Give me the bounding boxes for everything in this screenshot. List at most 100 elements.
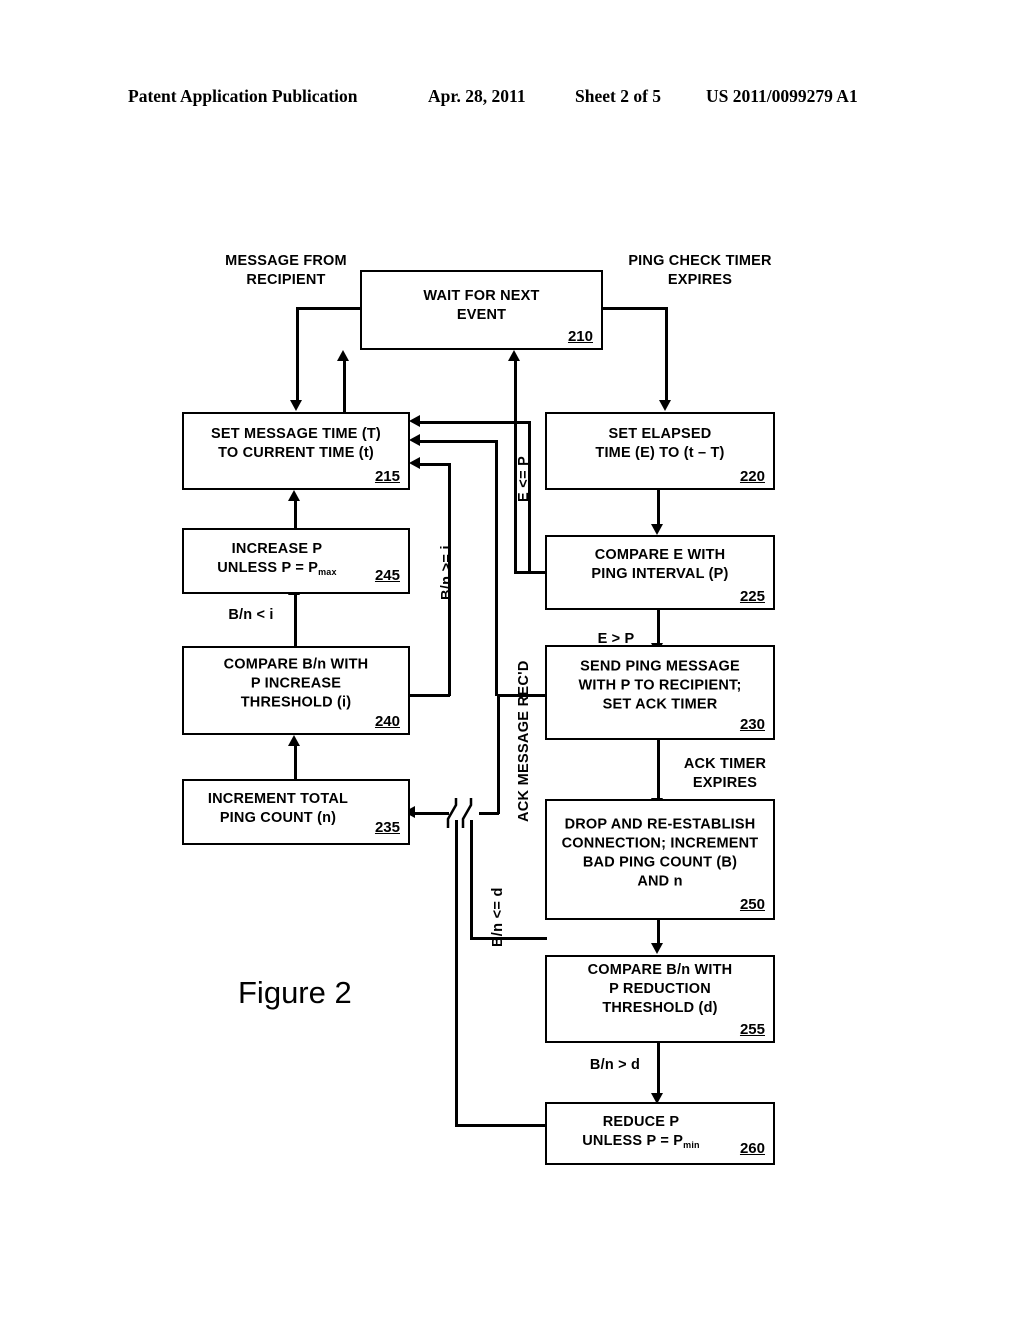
flow-box-255-number: 255 bbox=[739, 1021, 765, 1038]
connector-255-bnled-h bbox=[470, 937, 547, 940]
arrowhead-into-215-right-3 bbox=[409, 457, 420, 469]
flow-box-230-line1: SEND PING MESSAGE bbox=[580, 657, 740, 674]
flow-box-260-line2: UNLESS P = Pmin bbox=[582, 1132, 700, 1150]
flow-box-210[interactable]: WAIT FOR NEXT EVENT 210 bbox=[360, 270, 603, 350]
arrowhead-into-220-top bbox=[659, 400, 671, 411]
flow-box-240-line3: THRESHOLD (i) bbox=[240, 694, 352, 711]
connector-240-bnge-h bbox=[410, 694, 450, 697]
connector-235-to-240-v bbox=[294, 745, 297, 779]
label-ack-message-received: ACK MESSAGE REC'D bbox=[516, 660, 532, 822]
flow-box-255[interactable]: COMPARE B/n WITH P REDUCTION THRESHOLD (… bbox=[545, 955, 775, 1043]
flow-box-255-line2: P REDUCTION bbox=[609, 981, 711, 998]
figure-caption: Figure 2 bbox=[238, 975, 352, 1010]
connector-230-to-250-v bbox=[657, 740, 660, 800]
flow-box-225-line2: PING INTERVAL (P) bbox=[591, 565, 729, 582]
arrowhead-into-215-top bbox=[290, 400, 302, 411]
flow-box-260-line1: REDUCE P bbox=[602, 1113, 680, 1130]
flow-box-250-line3: BAD PING COUNT (B) bbox=[582, 854, 738, 871]
flow-box-230-line3: SET ACK TIMER bbox=[602, 696, 718, 713]
flow-box-245-number: 245 bbox=[374, 567, 400, 584]
arrowhead-into-215-right-2 bbox=[409, 434, 420, 446]
connector-ack-into-215-h bbox=[418, 440, 497, 443]
connector-230-ack-v bbox=[497, 694, 500, 814]
flow-box-260[interactable]: REDUCE P UNLESS P = Pmin 260 bbox=[545, 1102, 775, 1165]
flow-box-230-line2: WITH P TO RECIPIENT; bbox=[578, 677, 742, 694]
flow-box-225-line1: COMPARE E WITH bbox=[594, 546, 726, 563]
connector-255-bnled-v bbox=[470, 812, 473, 939]
flow-box-230-number: 230 bbox=[739, 716, 765, 733]
flow-box-250-text: DROP AND RE-ESTABLISH CONNECTION; INCREM… bbox=[547, 815, 773, 892]
flow-box-250[interactable]: DROP AND RE-ESTABLISH CONNECTION; INCREM… bbox=[545, 799, 775, 920]
label-bn-greater-equal-i: B/n >= i bbox=[439, 545, 455, 600]
flow-box-250-line2: CONNECTION; INCREMENT bbox=[561, 835, 759, 852]
label-message-from-recipient: MESSAGE FROM RECIPIENT bbox=[225, 253, 347, 288]
flow-box-250-line4: AND n bbox=[637, 873, 683, 890]
flow-box-210-number: 210 bbox=[567, 328, 593, 345]
flow-box-255-line3: THRESHOLD (d) bbox=[602, 1000, 718, 1017]
connector-255-to-260-v bbox=[657, 1040, 660, 1095]
connector-250-to-255-v bbox=[657, 920, 660, 945]
flowchart-figure: MESSAGE FROM RECIPIENT PING CHECK TIMER … bbox=[0, 0, 1024, 1320]
label-bn-greater-than-d: B/n > d bbox=[589, 1057, 641, 1073]
connector-top-into-215-v bbox=[528, 421, 531, 571]
flow-box-255-line1: COMPARE B/n WITH bbox=[587, 962, 733, 979]
connector-240-bnge-v bbox=[448, 463, 451, 696]
connector-230-ack-h bbox=[497, 694, 547, 697]
connector-210-right-v bbox=[665, 307, 668, 402]
wire-hop-icons bbox=[446, 798, 473, 828]
flow-box-220-line2: TIME (E) TO (t – T) bbox=[595, 445, 725, 462]
connector-240-to-245-v bbox=[294, 594, 297, 646]
flow-box-235-number: 235 bbox=[374, 819, 400, 836]
flow-box-235-line2: PING COUNT (n) bbox=[219, 809, 337, 826]
flow-box-210-text: WAIT FOR NEXT EVENT bbox=[362, 287, 601, 325]
label-ack-timer-expires: ACK TIMER EXPIRES bbox=[683, 756, 767, 791]
connector-225-to-230-v bbox=[657, 610, 660, 645]
flow-box-240[interactable]: COMPARE B/n WITH P INCREASE THRESHOLD (i… bbox=[182, 646, 410, 735]
flow-box-230-text: SEND PING MESSAGE WITH P TO RECIPIENT; S… bbox=[547, 657, 773, 714]
arrowhead-into-215-bottom bbox=[288, 490, 300, 501]
connector-260-h bbox=[455, 1124, 547, 1127]
label-ping-check-timer-expires: PING CHECK TIMER EXPIRES bbox=[628, 253, 772, 288]
flow-box-215[interactable]: SET MESSAGE TIME (T) TO CURRENT TIME (t)… bbox=[182, 412, 410, 490]
flow-box-230[interactable]: SEND PING MESSAGE WITH P TO RECIPIENT; S… bbox=[545, 645, 775, 740]
flow-box-210-line1: WAIT FOR NEXT bbox=[423, 288, 540, 305]
flow-box-225[interactable]: COMPARE E WITH PING INTERVAL (P) 225 bbox=[545, 535, 775, 610]
flow-box-210-line2: EVENT bbox=[456, 307, 507, 324]
flow-box-245[interactable]: INCREASE P UNLESS P = Pmax 245 bbox=[182, 528, 410, 594]
connector-210-right-h bbox=[601, 307, 667, 310]
connector-210-left-h bbox=[296, 307, 362, 310]
flow-box-220[interactable]: SET ELAPSED TIME (E) TO (t – T) 220 bbox=[545, 412, 775, 490]
flow-box-215-text: SET MESSAGE TIME (T) TO CURRENT TIME (t) bbox=[184, 425, 408, 463]
arrowhead-into-225-top bbox=[651, 524, 663, 535]
flow-box-240-line1: COMPARE B/n WITH bbox=[223, 655, 369, 672]
flow-box-245-line1: INCREASE P bbox=[231, 540, 323, 557]
connector-260-v bbox=[455, 812, 458, 1126]
connector-220-to-225-v bbox=[657, 490, 660, 526]
flow-box-220-line1: SET ELAPSED bbox=[608, 425, 712, 442]
flow-box-225-text: COMPARE E WITH PING INTERVAL (P) bbox=[547, 546, 773, 584]
arrowhead-into-210-left bbox=[337, 350, 349, 361]
connector-ack-into-215-v bbox=[495, 440, 498, 696]
flow-box-240-number: 240 bbox=[374, 713, 400, 730]
arrowhead-into-255-top bbox=[651, 943, 663, 954]
arrowhead-into-240-bottom bbox=[288, 735, 300, 746]
connector-bnge-into-215-h bbox=[418, 463, 450, 466]
flow-box-235-line1: INCREMENT TOTAL bbox=[207, 790, 349, 807]
arrowhead-into-215-right-1 bbox=[409, 415, 420, 427]
flow-box-245-line2: UNLESS P = Pmax bbox=[217, 560, 337, 578]
flow-box-250-number: 250 bbox=[739, 896, 765, 913]
flow-box-215-line2: TO CURRENT TIME (t) bbox=[218, 445, 374, 462]
connector-215-to-210-v bbox=[343, 361, 346, 412]
flow-box-260-number: 260 bbox=[739, 1140, 765, 1157]
arrowhead-into-210-right bbox=[508, 350, 520, 361]
connector-210-left-v bbox=[296, 307, 299, 402]
flow-box-215-line1: SET MESSAGE TIME (T) bbox=[211, 425, 381, 442]
flow-box-215-number: 215 bbox=[374, 468, 400, 485]
flow-box-225-number: 225 bbox=[739, 588, 765, 605]
flow-box-250-line1: DROP AND RE-ESTABLISH bbox=[564, 816, 756, 833]
label-bn-less-than-i: B/n < i bbox=[228, 607, 274, 623]
flow-box-235[interactable]: INCREMENT TOTAL PING COUNT (n) 235 bbox=[182, 779, 410, 845]
connector-245-to-215-v bbox=[294, 500, 297, 528]
flow-box-240-text: COMPARE B/n WITH P INCREASE THRESHOLD (i… bbox=[184, 655, 408, 712]
flow-box-220-text: SET ELAPSED TIME (E) TO (t – T) bbox=[547, 425, 773, 463]
